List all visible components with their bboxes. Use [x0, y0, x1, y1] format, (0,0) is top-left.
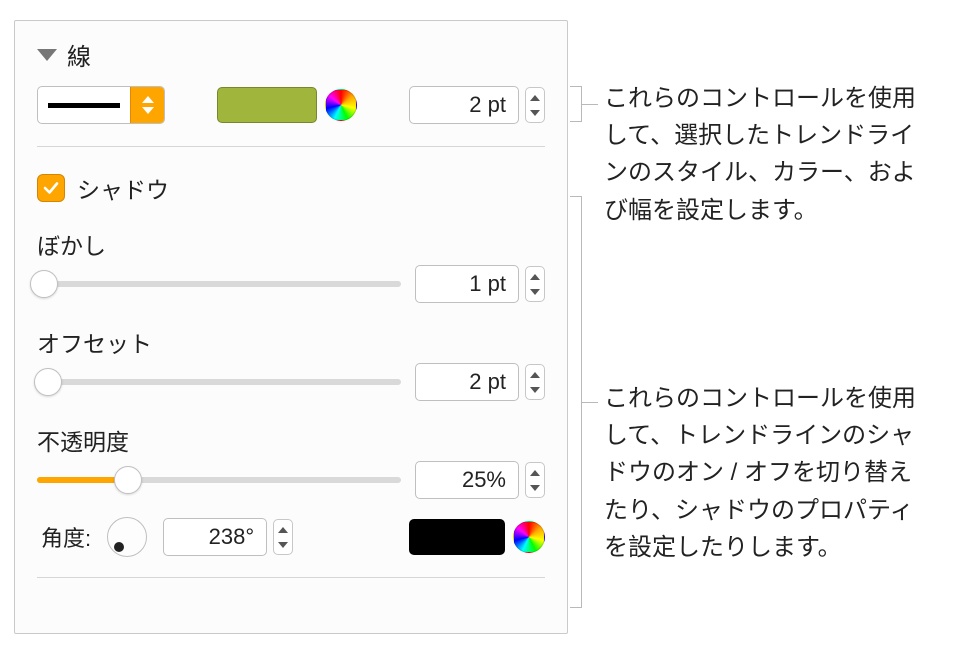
opacity-label: 不透明度 — [37, 423, 545, 457]
opacity-input[interactable]: 25% — [415, 461, 519, 499]
callout-lead — [582, 104, 598, 105]
blur-stepper: 1 pt — [415, 265, 545, 303]
stepper-up-icon[interactable] — [274, 522, 292, 537]
shadow-color-well[interactable] — [409, 519, 505, 555]
offset-row: 2 pt — [37, 363, 545, 401]
angle-stepper: 238° — [163, 518, 293, 556]
line-color-group — [217, 87, 357, 123]
stepper-down-icon[interactable] — [526, 382, 544, 397]
line-controls-row: 2 pt — [37, 86, 545, 124]
line-color-well[interactable] — [217, 87, 317, 123]
stroke-preview — [38, 87, 130, 123]
offset-stepper-arrows[interactable] — [525, 364, 545, 400]
stepper-down-icon[interactable] — [526, 480, 544, 495]
opacity-stepper-arrows[interactable] — [525, 462, 545, 498]
shadow-checkbox-row: シャドウ — [37, 171, 545, 205]
shadow-checkbox[interactable] — [37, 174, 65, 202]
opacity-stepper: 25% — [415, 461, 545, 499]
shadow-checkbox-label: シャドウ — [77, 171, 169, 205]
blur-row: 1 pt — [37, 265, 545, 303]
blur-stepper-arrows[interactable] — [525, 266, 545, 302]
opacity-row: 25% — [37, 461, 545, 499]
stepper-up-icon[interactable] — [526, 367, 544, 382]
opacity-slider[interactable] — [37, 466, 401, 494]
stepper-down-icon[interactable] — [526, 284, 544, 299]
offset-label: オフセット — [37, 325, 545, 359]
color-wheel-icon[interactable] — [325, 89, 357, 121]
callout-shadow-controls: これらのコントロールを使用して、トレンドラインのシャドウのオン / オフを切り替… — [604, 380, 934, 566]
offset-stepper: 2 pt — [415, 363, 545, 401]
style-inspector-panel: 線 2 pt シャドウ ぼかし — [14, 20, 568, 634]
dropdown-arrows-icon — [130, 87, 164, 123]
callout-line-controls: これらのコントロールを使用して、選択したトレンドラインのスタイル、カラー、および… — [604, 80, 934, 229]
checkmark-icon — [42, 179, 60, 197]
stepper-down-icon[interactable] — [526, 105, 544, 120]
line-width-input[interactable]: 2 pt — [409, 86, 519, 124]
divider — [37, 146, 545, 147]
callout-bracket — [570, 196, 582, 608]
line-section-title: 線 — [67, 37, 91, 72]
stepper-up-icon[interactable] — [526, 465, 544, 480]
angle-row: 角度: 238° — [37, 517, 545, 557]
line-section-header[interactable]: 線 — [37, 37, 545, 72]
callout-bracket — [570, 86, 582, 122]
callout-lead — [582, 402, 598, 403]
blur-input[interactable]: 1 pt — [415, 265, 519, 303]
angle-input[interactable]: 238° — [163, 518, 267, 556]
offset-input[interactable]: 2 pt — [415, 363, 519, 401]
shadow-color-group — [409, 519, 545, 555]
stepper-up-icon[interactable] — [526, 269, 544, 284]
chevron-down-icon — [37, 49, 57, 61]
line-width-stepper: 2 pt — [409, 86, 545, 124]
blur-label: ぼかし — [37, 227, 545, 261]
stepper-down-icon[interactable] — [274, 537, 292, 552]
angle-stepper-arrows[interactable] — [273, 519, 293, 555]
color-wheel-icon[interactable] — [513, 521, 545, 553]
line-style-dropdown[interactable] — [37, 86, 165, 124]
angle-label: 角度: — [41, 521, 91, 553]
line-width-stepper-arrows[interactable] — [525, 87, 545, 123]
offset-slider[interactable] — [37, 368, 401, 396]
blur-slider[interactable] — [37, 270, 401, 298]
stepper-up-icon[interactable] — [526, 90, 544, 105]
divider — [37, 577, 545, 578]
angle-dial[interactable] — [107, 517, 147, 557]
